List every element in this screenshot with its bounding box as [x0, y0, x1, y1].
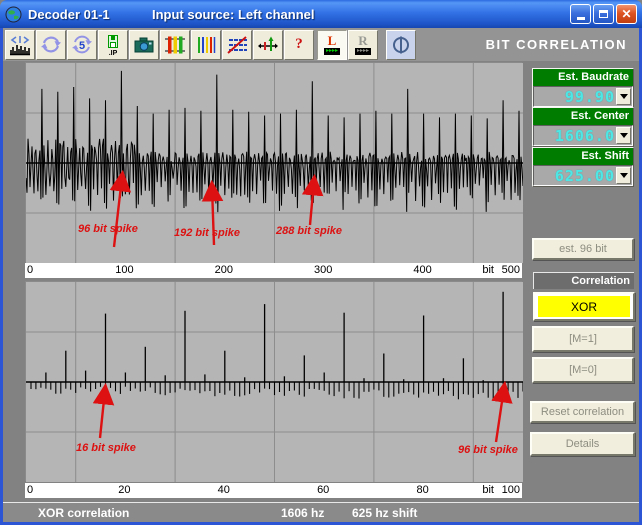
est-center-group: Est. Center 1606.0: [532, 107, 634, 147]
left-channel-button[interactable]: L ▸▸▸▸: [317, 30, 347, 60]
xor-button-label: XOR: [538, 296, 630, 317]
m1-button[interactable]: [M=1]: [532, 326, 634, 352]
axis-button[interactable]: [253, 30, 283, 60]
chevron-down-icon: [620, 173, 628, 178]
spike-annotation: 96 bit spike: [458, 444, 518, 456]
est-shift-label: Est. Shift: [533, 148, 633, 165]
status-bar: XOR correlation 1606 hz 625 hz shift: [0, 502, 642, 522]
spike-annotation: 16 bit spike: [76, 442, 136, 454]
globe-icon: [5, 6, 22, 23]
bit-overview-axis: 0 100 200 300 400 500 bit: [25, 263, 522, 278]
close-icon: ✕: [621, 7, 631, 21]
power-button[interactable]: [386, 30, 416, 60]
spectrum-icon: [9, 34, 31, 56]
axis-icon: [257, 34, 279, 56]
title-bar[interactable]: Decoder 01-1 Input source: Left channel …: [0, 0, 642, 28]
axis-tick-label: 400: [413, 263, 431, 278]
status-shift: 625 hz shift: [352, 506, 417, 520]
axis-tick-label: 0: [27, 263, 33, 278]
axis-unit-label: bit: [482, 263, 494, 278]
axis-tick-label: 100: [115, 263, 133, 278]
status-mode: XOR correlation: [38, 506, 129, 520]
maximize-button[interactable]: [593, 4, 614, 24]
est-center-label: Est. Center: [533, 108, 633, 125]
axis-tick-label: 20: [118, 483, 130, 498]
est-shift-group: Est. Shift 625.00: [532, 147, 634, 187]
refresh-5-button[interactable]: 5: [67, 30, 97, 60]
reset-correlation-button[interactable]: Reset correlation: [530, 401, 635, 423]
est-baudrate-display: 99.90: [533, 86, 633, 107]
bit-overview-chart: 96 bit spike 192 bit spike 288 bit spike: [25, 62, 522, 262]
refresh-icon: [40, 34, 62, 56]
save-ip-icon: .IP: [102, 34, 124, 56]
axis-tick-label: 200: [215, 263, 233, 278]
est-bits-button[interactable]: est. 96 bit: [532, 238, 634, 260]
color-lines-button[interactable]: [191, 30, 221, 60]
power-icon: [390, 34, 412, 56]
help-icon: ?: [295, 36, 303, 53]
window-title: Decoder 01-1: [28, 7, 110, 22]
details-button[interactable]: Details: [530, 432, 635, 456]
xor-button[interactable]: XOR: [533, 292, 635, 321]
maximize-icon: [599, 10, 608, 18]
spike-annotation: 192 bit spike: [174, 227, 240, 239]
axis-tick-label: 500: [502, 263, 520, 278]
est-center-value: 1606.0: [534, 127, 616, 145]
xor-correlation-axis: 0 20 40 60 80 100 bit: [25, 483, 522, 498]
spike-annotation: 288 bit spike: [276, 225, 342, 237]
est-baudrate-dropdown[interactable]: [616, 88, 631, 105]
right-channel-icon: R ▸▸▸▸: [355, 34, 371, 55]
svg-text:.IP: .IP: [109, 50, 118, 56]
est-baudrate-group: Est. Baudrate 99.90: [532, 68, 634, 108]
grid-strike-icon: [226, 34, 248, 56]
axis-tick-label: 80: [416, 483, 428, 498]
grid-disable-button[interactable]: [222, 30, 252, 60]
chevron-down-icon: [620, 94, 628, 99]
axis-unit-label: bit: [482, 483, 494, 498]
minimize-icon: [577, 17, 585, 20]
close-button[interactable]: ✕: [616, 4, 637, 24]
help-button[interactable]: ?: [284, 30, 314, 60]
spectrum-button[interactable]: [5, 30, 35, 60]
m0-button[interactable]: [M=0]: [532, 357, 634, 383]
est-center-dropdown[interactable]: [616, 127, 631, 144]
chevron-down-icon: [620, 133, 628, 138]
left-channel-icon: L ▸▸▸▸: [324, 34, 340, 55]
refresh-button[interactable]: [36, 30, 66, 60]
est-shift-display: 625.00: [533, 165, 633, 186]
axis-tick-label: 100: [502, 483, 520, 498]
window-border-left: [0, 28, 3, 525]
xor-correlation-chart: 16 bit spike 96 bit spike: [25, 281, 522, 481]
right-channel-button[interactable]: R ▸▸▸▸: [348, 30, 378, 60]
est-baudrate-value: 99.90: [534, 88, 616, 106]
refresh-5-icon: 5: [71, 34, 93, 56]
est-shift-dropdown[interactable]: [616, 167, 631, 184]
toolbar: 5 .IP: [3, 28, 639, 61]
page-title: BIT CORRELATION: [486, 37, 627, 52]
camera-icon: [133, 34, 155, 56]
save-ip-button[interactable]: .IP: [98, 30, 128, 60]
axis-tick-label: 60: [317, 483, 329, 498]
color-bars-button[interactable]: [160, 30, 190, 60]
axis-tick-label: 300: [314, 263, 332, 278]
screenshot-button[interactable]: [129, 30, 159, 60]
spike-annotation: 96 bit spike: [78, 223, 138, 235]
est-baudrate-label: Est. Baudrate: [533, 69, 633, 86]
est-center-display: 1606.0: [533, 125, 633, 146]
correlation-header: Correlation: [533, 272, 634, 289]
color-lines-icon: [195, 34, 217, 56]
decoder-window: Decoder 01-1 Input source: Left channel …: [0, 0, 642, 525]
color-bars-icon: [164, 34, 186, 56]
window-subtitle: Input source: Left channel: [152, 7, 315, 22]
axis-tick-label: 0: [27, 483, 33, 498]
svg-text:5: 5: [79, 40, 85, 52]
status-center-freq: 1606 hz: [281, 506, 324, 520]
minimize-button[interactable]: [570, 4, 591, 24]
axis-tick-label: 40: [218, 483, 230, 498]
est-shift-value: 625.00: [534, 167, 616, 185]
